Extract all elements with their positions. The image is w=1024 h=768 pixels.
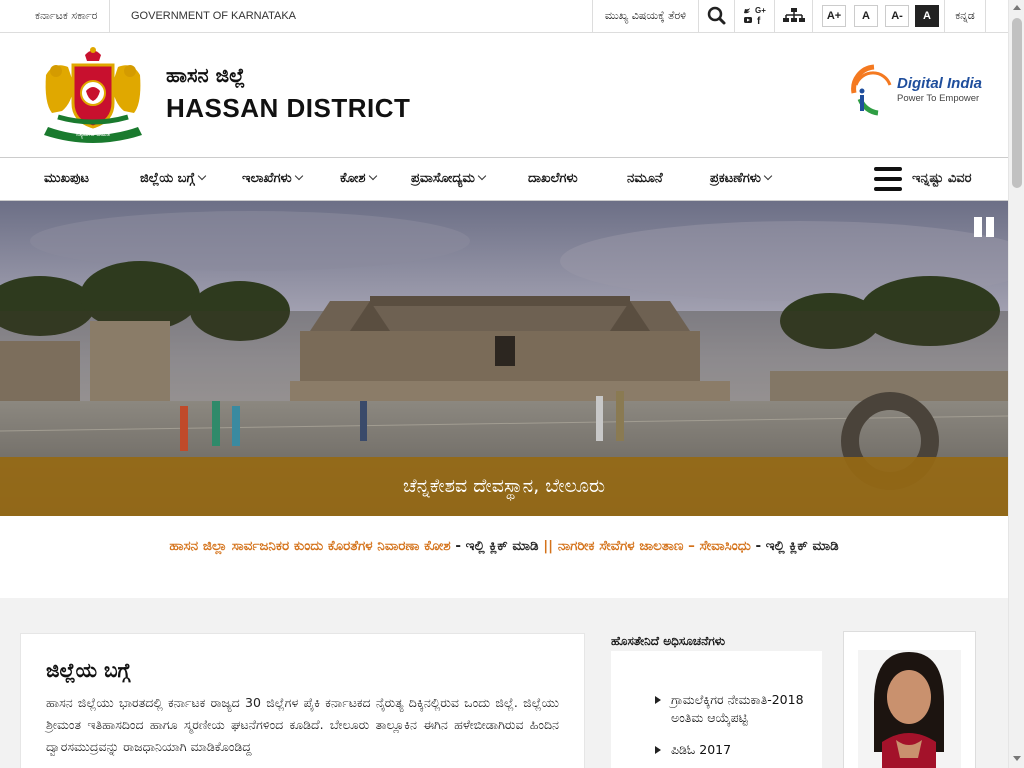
click-here-text[interactable]: - ಇಲ್ಲಿ ಕ್ಲಿಕ್ ಮಾಡಿ	[451, 538, 544, 554]
svg-text:f: f	[757, 16, 761, 27]
slider-pause-button[interactable]	[974, 217, 996, 237]
bullet-arrow-icon	[655, 746, 661, 754]
about-heading: ಜಿಲ್ಲೆಯ ಬಗ್ಗೆ	[46, 658, 131, 682]
nav-item-departments[interactable]: ಇಲಾಖೆಗಳು	[242, 158, 303, 200]
scroll-thumb[interactable]	[1012, 18, 1022, 188]
site-title-english[interactable]: HASSAN DISTRICT	[166, 93, 410, 124]
about-district-panel: ಜಿಲ್ಲೆಯ ಬಗ್ಗೆ ಹಾಸನ ಜಿಲ್ಲೆಯು ಭಾರತದಲ್ಲಿ ಕರ…	[20, 633, 585, 768]
scroll-up-arrow-icon[interactable]	[1013, 5, 1021, 10]
nav-item-documents[interactable]: ದಾಖಲೆಗಳು	[528, 158, 578, 200]
social-media-button[interactable]: G+ f	[734, 0, 774, 32]
notification-item[interactable]: ಗ್ರಾಮಲೆಕ್ಕಿಗರ ನೇಮಕಾತಿ-2018 ಅಂತಿಮ ಆಯ್ಕೆಪಟ…	[655, 691, 807, 727]
search-button[interactable]	[698, 0, 734, 32]
notification-item[interactable]: ಪಿಡಿಓ 2017	[655, 741, 807, 759]
chevron-down-icon	[763, 171, 773, 181]
nav-item-forms[interactable]: ನಮೂನೆ	[627, 158, 663, 200]
karnataka-emblem-logo[interactable]: ಸತ್ಯಮೇವ ಜಯತೆ	[38, 45, 148, 145]
site-header: ಸತ್ಯಮೇವ ಜಯತೆ ಹಾಸನ ಜಿಲ್ಲೆ HASSAN DISTRICT…	[0, 33, 1008, 157]
sitemap-button[interactable]	[774, 0, 812, 32]
officer-photo	[844, 632, 975, 768]
officer-profile-card[interactable]	[843, 631, 976, 768]
skip-to-main-content-link[interactable]: ಮುಖ್ಯ ವಿಷಯಕ್ಕೆ ತೆರಳಿ	[592, 0, 698, 32]
nav-item-label: ಜಿಲ್ಲೆಯ ಬಗ್ಗೆ	[140, 171, 195, 186]
nav-item-about-district[interactable]: ಜಿಲ್ಲೆಯ ಬಗ್ಗೆ	[140, 158, 207, 200]
chevron-down-icon	[197, 171, 207, 181]
site-title-kannada[interactable]: ಹಾಸನ ಜಿಲ್ಲೆ	[166, 63, 245, 87]
digital-india-title: Digital India	[897, 75, 982, 92]
about-text: ಹಾಸನ ಜಿಲ್ಲೆಯು ಭಾರತದಲ್ಲಿ ಕರ್ನಾಟಕ ರಾಜ್ಯದ 3…	[46, 695, 559, 754]
nav-item-label: ಪ್ರಕಟಣೆಗಳು	[710, 171, 761, 186]
nav-item-directory[interactable]: ಕೋಶ	[340, 158, 377, 200]
nav-item-tourism[interactable]: ಪ್ರವಾಸೋದ್ಯಮ	[411, 158, 487, 200]
separator: ||	[543, 538, 554, 554]
click-here-text[interactable]: - ಇಲ್ಲಿ ಕ್ಲಿಕ್ ಮಾಡಿ	[751, 538, 838, 554]
hero-carousel[interactable]: ಚೆನ್ನಕೇಶವ ದೇವಸ್ಥಾನ, ಬೇಲೂರು	[0, 201, 1008, 516]
font-normal-button[interactable]: A	[854, 5, 878, 27]
chevron-down-icon	[294, 171, 303, 181]
chevron-down-icon	[477, 171, 487, 181]
nav-item-label: ನಮೂನೆ	[627, 171, 663, 186]
high-contrast-button[interactable]: A	[915, 5, 939, 27]
top-utility-bar: ಕರ್ನಾಟಕ ಸರ್ಕಾರ GOVERNMENT OF KARNATAKA ಮ…	[0, 0, 1008, 33]
digital-india-tagline: Power To Empower	[897, 93, 979, 104]
emblem-motto: ಸತ್ಯಮೇವ ಜಯತೆ	[76, 131, 111, 139]
chevron-down-icon	[368, 171, 377, 181]
content-section: ಜಿಲ್ಲೆಯ ಬಗ್ಗೆ ಹಾಸನ ಜಿಲ್ಲೆಯು ಭಾರತದಲ್ಲಿ ಕರ…	[0, 598, 1008, 768]
notifications-title: ಹೊಸತೇನಿದೆ ಅಧಿಸೂಚನೆಗಳು	[611, 634, 726, 648]
more-menu-label: ಇನ್ನಷ್ಟು ವಿವರ	[912, 171, 972, 186]
social-icons: G+ f	[744, 6, 766, 27]
font-size-controls: A+ A A- A	[812, 0, 944, 32]
notification-text: ಗ್ರಾಮಲೆಕ್ಕಿಗರ ನೇಮಕಾತಿ-2018 ಅಂತಿಮ ಆಯ್ಕೆಪಟ…	[671, 692, 804, 725]
sevasindhu-link[interactable]: ನಾಗರೀಕ ಸೇವೆಗಳ ಜಾಲತಾಣ – ಸೇವಾಸಿಂಧು	[553, 538, 751, 554]
main-navigation: ಮುಖಪುಟ ಜಿಲ್ಲೆಯ ಬಗ್ಗೆ ಇಲಾಖೆಗಳು ಕೋಶ ಪ್ರವಾಸ…	[0, 157, 1008, 201]
nav-item-home[interactable]: ಮುಖಪುಟ	[44, 158, 89, 200]
nav-item-label: ಇಲಾಖೆಗಳು	[242, 171, 292, 186]
nav-item-label: ದಾಖಲೆಗಳು	[528, 171, 578, 186]
nav-item-label: ಪ್ರವಾಸೋದ್ಯಮ	[411, 171, 475, 186]
language-switch[interactable]: ಕನ್ನಡ	[944, 0, 986, 32]
nav-item-label: ಕೋಶ	[340, 171, 366, 186]
notifications-panel: ಗ್ರಾಮಲೆಕ್ಕಿಗರ ನೇಮಕಾತಿ-2018 ಅಂತಿಮ ಆಯ್ಕೆಪಟ…	[611, 651, 822, 768]
info-links-bar: ಹಾಸನ ಜಿಲ್ಲಾ ಸಾರ್ವಜನಿಕರ ಕುಂದು ಕೊರತೆಗಳ ನಿವ…	[0, 516, 1008, 598]
government-link-kannada[interactable]: ಕರ್ನಾಟಕ ಸರ್ಕಾರ	[20, 0, 111, 32]
government-link-english[interactable]: GOVERNMENT OF KARNATAKA	[131, 0, 296, 32]
digital-india-logo[interactable]: Digital India Power To Empower	[850, 61, 985, 117]
grievance-cell-link[interactable]: ಹಾಸನ ಜಿಲ್ಲಾ ಸಾರ್ವಜನಿಕರ ಕುಂದು ಕೊರತೆಗಳ ನಿವ…	[169, 538, 450, 554]
hero-caption: ಚೆನ್ನಕೇಶವ ದೇವಸ್ಥಾನ, ಬೇಲೂರು	[0, 457, 1008, 516]
scroll-down-arrow-icon[interactable]	[1013, 756, 1021, 761]
svg-text:G+: G+	[755, 6, 766, 15]
bullet-arrow-icon	[655, 696, 661, 704]
page-scrollbar[interactable]	[1008, 0, 1024, 768]
hamburger-menu-icon	[874, 167, 902, 191]
font-increase-button[interactable]: A+	[822, 5, 846, 27]
nav-item-notices[interactable]: ಪ್ರಕಟಣೆಗಳು	[710, 158, 773, 200]
font-decrease-button[interactable]: A-	[885, 5, 909, 27]
notification-text: ಪಿಡಿಓ 2017	[671, 742, 732, 757]
sitemap-icon	[783, 8, 805, 22]
search-icon	[707, 6, 726, 25]
nav-item-label: ಮುಖಪುಟ	[44, 171, 90, 186]
